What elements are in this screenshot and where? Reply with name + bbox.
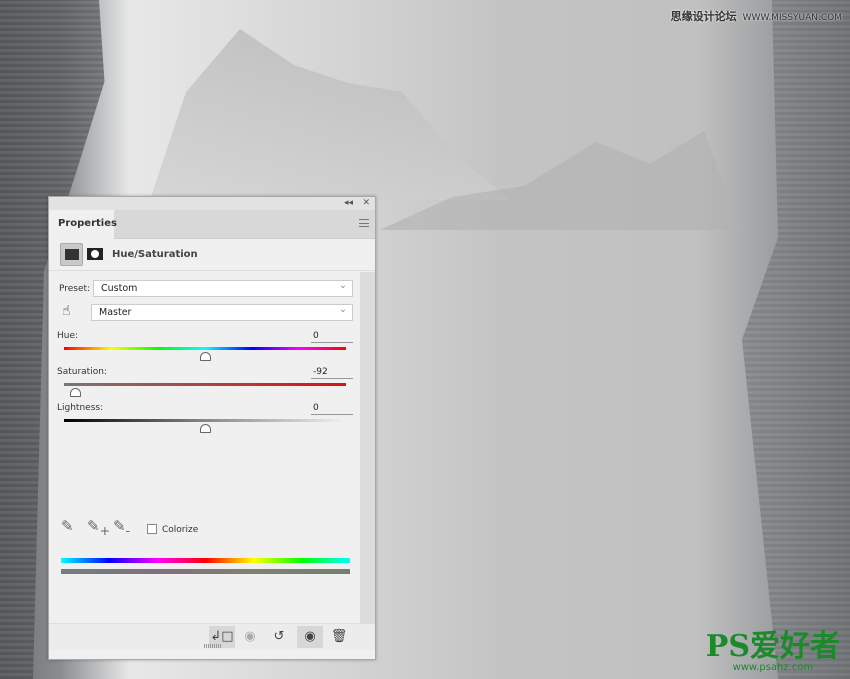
close-icon[interactable]: ✕ xyxy=(362,198,370,208)
preset-select[interactable]: Custom xyxy=(93,278,353,297)
panel-menu-icon[interactable] xyxy=(359,219,369,227)
colorize-label: Colorize xyxy=(162,525,199,535)
hue-label: Hue: xyxy=(57,331,79,341)
hue-slider-track[interactable] xyxy=(64,347,346,350)
lightness-input[interactable]: 0 xyxy=(311,403,353,415)
colorize-checkbox[interactable] xyxy=(147,524,157,534)
visibility-eye-icon[interactable]: ◉ xyxy=(297,626,323,648)
view-previous-state-icon[interactable]: ◉ xyxy=(237,626,263,648)
panel-titlebar[interactable]: ◂◂ ✕ xyxy=(49,197,375,210)
resize-grip[interactable] xyxy=(204,644,222,648)
mask-icon[interactable] xyxy=(87,248,103,260)
eyedropper-plus-icon[interactable]: ✎+ xyxy=(87,517,110,538)
watermark-cn: 思缘设计论坛 xyxy=(670,10,737,23)
lightness-label: Lightness: xyxy=(57,403,104,413)
hue-input[interactable]: 0 xyxy=(311,331,353,343)
targeted-adjustment-hand-icon[interactable]: ☝ xyxy=(62,303,71,319)
adjustment-icon[interactable] xyxy=(60,243,83,266)
watermark-top: 思缘设计论坛 WWW.MISSYUAN.COM xyxy=(671,8,842,24)
watermark-logo: PS爱好者 xyxy=(705,629,840,664)
eyedropper-icon[interactable]: ✎ xyxy=(61,517,74,535)
saturation-label: Saturation: xyxy=(57,367,107,377)
channel-select[interactable]: Master xyxy=(91,302,353,321)
panel-title: Hue/Saturation xyxy=(112,249,198,260)
collapse-icon[interactable]: ◂◂ xyxy=(344,198,353,208)
lightness-slider-thumb[interactable] xyxy=(200,424,211,433)
watermark-url: WWW.MISSYUAN.COM xyxy=(742,13,842,23)
watermark-bottom: PS爱好者 www.psahz.com xyxy=(705,629,840,674)
lightness-slider-track[interactable] xyxy=(64,419,346,422)
input-color-ramp xyxy=(61,558,350,563)
eyedropper-minus-icon[interactable]: ✎- xyxy=(113,517,130,538)
properties-panel: ◂◂ ✕ Properties Hue/Saturation Preset: C… xyxy=(48,196,376,660)
output-color-ramp xyxy=(61,569,350,574)
scrollbar[interactable] xyxy=(360,272,375,624)
trash-icon[interactable]: 🗑 xyxy=(326,626,352,648)
hue-slider-thumb[interactable] xyxy=(200,352,211,361)
preset-label: Preset: xyxy=(59,284,91,294)
saturation-slider-track[interactable] xyxy=(64,383,346,386)
reset-icon[interactable]: ↺ xyxy=(266,626,292,648)
saturation-slider-thumb[interactable] xyxy=(70,388,82,397)
saturation-input[interactable]: -92 xyxy=(311,367,353,379)
tab-properties[interactable]: Properties xyxy=(49,210,117,239)
